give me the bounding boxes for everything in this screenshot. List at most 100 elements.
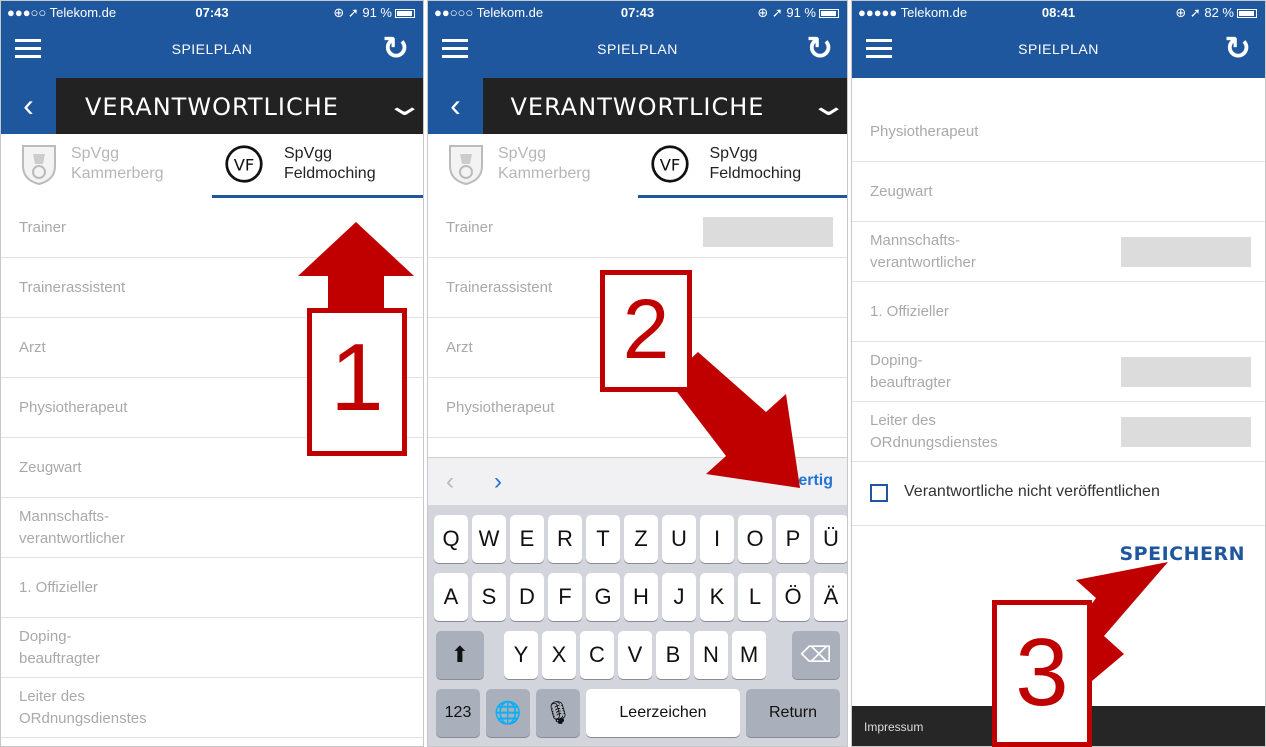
form-row[interactable]: Trainer <box>1 198 423 258</box>
save-button[interactable]: SPEICHERN <box>1119 543 1245 565</box>
key[interactable]: W <box>472 515 506 563</box>
key[interactable]: R <box>548 515 582 563</box>
field-label: Mannschafts- verantwortlicher <box>19 507 125 547</box>
done-button[interactable]: Fertig <box>789 472 833 490</box>
key[interactable]: T <box>586 515 620 563</box>
field-label: Trainerassistent <box>446 278 553 296</box>
svg-text:VF: VF <box>659 155 680 174</box>
form-row[interactable]: Mannschafts- verantwortlicher <box>1 498 423 558</box>
home-crest-icon <box>449 145 483 186</box>
key[interactable]: J <box>662 573 696 621</box>
tab-home-team[interactable]: SpVgg Kammerberg <box>1 134 212 198</box>
keyboard-row-1: QWERTZUIOPÜ <box>428 515 847 563</box>
key[interactable]: Ö <box>776 573 810 621</box>
form-row[interactable]: Physiotherapeut <box>852 102 1265 162</box>
form-row[interactable]: Doping- beauftragter <box>852 342 1265 402</box>
form-row[interactable]: Leiter des ORdnungsdienstes <box>1 678 423 738</box>
step-1-marker: 1 <box>307 308 407 456</box>
home-crest-icon <box>22 145 56 186</box>
key[interactable]: Ä <box>814 573 847 621</box>
field-value-redacted[interactable] <box>1121 416 1251 447</box>
chevron-down-icon[interactable]: ⌄ <box>384 88 423 123</box>
section-bar: ‹ VERANTWORTLICHE ⌄ <box>428 78 847 134</box>
key[interactable]: U <box>662 515 696 563</box>
field-label: Trainerassistent <box>19 278 126 296</box>
status-bar: ●●●●● Telekom.de 08:41 ⊕ ➚ 82 % <box>852 1 1265 23</box>
battery-level: 91 % <box>362 5 392 20</box>
key[interactable]: E <box>510 515 544 563</box>
key[interactable]: Y <box>504 631 538 679</box>
key[interactable]: P <box>776 515 810 563</box>
field-value-redacted[interactable] <box>1121 236 1251 267</box>
globe-icon[interactable]: 🌐 <box>486 689 530 737</box>
field-label: Trainer <box>446 218 493 236</box>
form-list: Physiotherapeut Zeugwart Mannschafts- ve… <box>852 102 1265 526</box>
team-tabs: SpVgg Kammerberg VF SpVgg Feldmoching <box>1 134 423 198</box>
publish-checkbox-row[interactable]: Verantwortliche nicht veröffentlichen <box>852 462 1265 526</box>
away-crest-icon: VF <box>650 145 689 183</box>
field-value-redacted[interactable] <box>1121 356 1251 387</box>
space-key[interactable]: Leerzeichen <box>586 689 740 737</box>
chevron-down-icon[interactable]: ⌄ <box>808 88 847 123</box>
checkbox[interactable] <box>870 484 888 502</box>
shift-key[interactable]: ⬆ <box>436 631 484 679</box>
key[interactable]: K <box>700 573 734 621</box>
key[interactable]: X <box>542 631 576 679</box>
return-key[interactable]: Return <box>746 689 840 737</box>
key[interactable]: D <box>510 573 544 621</box>
backspace-key[interactable]: ⌫ <box>792 631 840 679</box>
nav-title: SPIELPLAN <box>171 41 253 57</box>
key[interactable]: A <box>434 573 468 621</box>
key[interactable]: I <box>700 515 734 563</box>
microphone-icon[interactable]: 🎙 <box>536 689 580 737</box>
battery-level: 82 % <box>1204 5 1234 20</box>
key[interactable]: V <box>618 631 652 679</box>
keyboard-row-4: 123 🌐 🎙 Leerzeichen Return <box>428 689 847 737</box>
key[interactable]: Z <box>624 515 658 563</box>
away-crest-icon: VF <box>225 145 263 183</box>
battery-level: 91 % <box>786 5 816 20</box>
reload-icon[interactable]: ↻ <box>806 29 833 67</box>
form-row[interactable]: 1. Offizieller <box>1 558 423 618</box>
form-row[interactable]: Leiter des ORdnungsdienstes <box>852 402 1265 462</box>
form-row[interactable]: Mannschafts- verantwortlicher <box>852 222 1265 282</box>
field-label: Physiotherapeut <box>870 122 979 140</box>
reload-icon[interactable]: ↻ <box>1224 29 1251 67</box>
key[interactable]: S <box>472 573 506 621</box>
reload-icon[interactable]: ↻ <box>382 29 409 67</box>
field-label: Trainer <box>19 218 66 236</box>
form-row[interactable]: 1. Offizieller <box>852 282 1265 342</box>
home-team-name: SpVgg Kammerberg <box>498 145 591 182</box>
next-field-icon[interactable]: › <box>494 468 502 496</box>
key[interactable]: F <box>548 573 582 621</box>
key[interactable]: B <box>656 631 690 679</box>
key[interactable]: L <box>738 573 772 621</box>
battery: ⊕ ➚ 91 % <box>757 5 839 21</box>
previous-field-icon[interactable]: ‹ <box>446 468 454 496</box>
keyboard-row-3: ⬆ ⌫ YXCVBNM <box>428 631 847 679</box>
form-row[interactable]: Zeugwart <box>852 162 1265 222</box>
form-row[interactable]: Trainer <box>428 198 847 258</box>
field-label: Zeugwart <box>19 458 82 476</box>
form-row[interactable]: Doping- beauftragter <box>1 618 423 678</box>
tab-home-team[interactable]: SpVgg Kammerberg <box>428 134 638 198</box>
key[interactable]: G <box>586 573 620 621</box>
key[interactable]: C <box>580 631 614 679</box>
key[interactable]: O <box>738 515 772 563</box>
imprint-link[interactable]: Impressum <box>864 720 923 734</box>
keyboard-toolbar: ‹ › Fertig <box>428 457 847 505</box>
key[interactable]: Q <box>434 515 468 563</box>
step-3-marker: 3 <box>992 600 1092 747</box>
field-label: Physiotherapeut <box>446 398 555 416</box>
field-value-redacted[interactable] <box>703 217 833 247</box>
tab-away-team[interactable]: VF SpVgg Feldmoching <box>637 134 847 198</box>
keyboard: QWERTZUIOPÜ ASDFGHJKLÖÄ ⬆ ⌫ YXCVBNM 123 … <box>428 505 847 746</box>
field-label: Arzt <box>19 338 46 356</box>
key[interactable]: H <box>624 573 658 621</box>
numbers-key[interactable]: 123 <box>436 689 480 737</box>
key[interactable]: M <box>732 631 766 679</box>
status-bar: ●●●○○ Telekom.de 07:43 ⊕ ➚ 91 % <box>1 1 423 23</box>
key[interactable]: Ü <box>814 515 847 563</box>
key[interactable]: N <box>694 631 728 679</box>
tab-away-team[interactable]: VF SpVgg Feldmoching <box>212 134 423 198</box>
